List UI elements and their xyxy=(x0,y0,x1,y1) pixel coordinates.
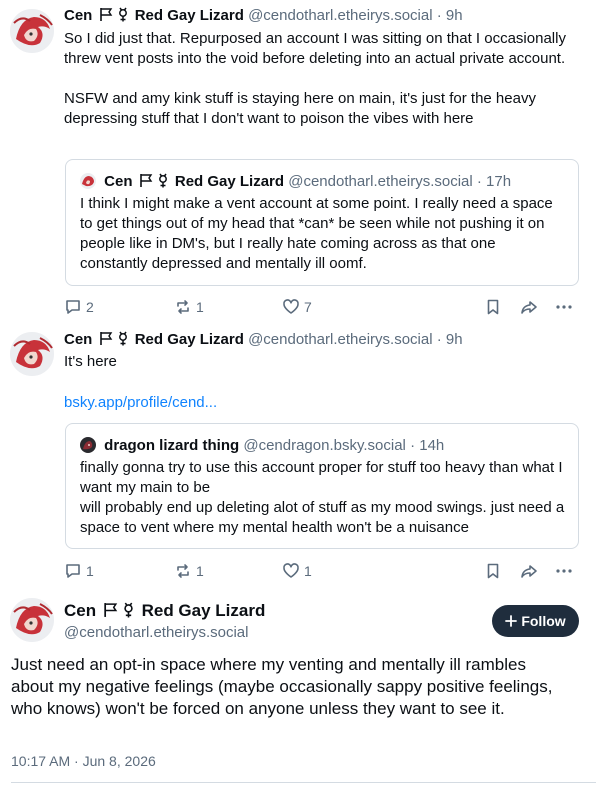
gender-symbol-icon xyxy=(117,331,129,352)
quote-time: · 14h xyxy=(410,437,445,454)
more-icon xyxy=(556,569,572,573)
flag-icon xyxy=(99,7,113,28)
follow-button[interactable]: Follow xyxy=(492,605,579,637)
post-actions: 2 1 7 xyxy=(64,297,584,317)
main-post-text: Just need an opt-in space where my venti… xyxy=(11,655,553,718)
repost-icon xyxy=(177,564,189,578)
quote-header: dragon lizard thing @cendragon.bsky.soci… xyxy=(80,436,444,456)
gender-symbol-icon xyxy=(157,173,169,194)
flag-icon xyxy=(139,173,153,194)
avatar[interactable] xyxy=(10,9,54,53)
reply-button[interactable]: 2 xyxy=(64,297,94,317)
avatar[interactable] xyxy=(10,332,54,376)
thread-post-2[interactable]: Cen Red Gay Lizard @cendotharl.etheirys.… xyxy=(0,325,596,590)
more-options-button[interactable] xyxy=(554,297,574,317)
avatar-image-icon xyxy=(10,332,54,376)
post-header: Cen Red Gay Lizard @cendotharl.etheirys.… xyxy=(64,6,463,28)
quote-line: finally gonna try to use this account pr… xyxy=(80,459,563,496)
bookmark-icon xyxy=(487,563,499,579)
avatar-image-icon xyxy=(10,598,54,642)
avatar-image-icon xyxy=(10,9,54,53)
repost-icon xyxy=(177,300,189,314)
post-paragraph: NSFW and amy kink stuff is staying here … xyxy=(64,90,536,127)
quote-text: I think I might make a vent account at s… xyxy=(80,195,553,272)
quoted-post[interactable]: Cen Red Gay Lizard @cendotharl.etheirys.… xyxy=(65,159,579,286)
share-icon xyxy=(521,565,537,578)
repost-button[interactable]: 1 xyxy=(174,561,204,581)
post-link[interactable]: bsky.app/profile/cend... xyxy=(64,393,217,413)
quoted-post[interactable]: dragon lizard thing @cendragon.bsky.soci… xyxy=(65,423,579,549)
repost-count: 1 xyxy=(196,299,204,315)
plus-icon xyxy=(505,615,518,627)
like-button[interactable]: 7 xyxy=(282,297,312,317)
author-name[interactable]: Cen xyxy=(64,331,92,348)
post-timestamp[interactable]: 10:17 AM · Jun 8, 2026 xyxy=(11,753,156,769)
bookmark-icon xyxy=(487,299,499,315)
quote-author-name-suffix: Red Gay Lizard xyxy=(174,173,285,190)
main-avatar[interactable] xyxy=(10,598,54,642)
repost-count: 1 xyxy=(196,563,204,579)
reply-icon xyxy=(66,564,80,578)
main-name-suffix[interactable]: Red Gay Lizard xyxy=(142,601,266,620)
post-actions: 1 1 1 xyxy=(64,561,584,581)
quote-line: will probably end up deleting alot of st… xyxy=(80,499,565,536)
more-icon xyxy=(556,305,572,309)
quote-author-handle: @cendotharl.etheirys.social xyxy=(288,173,473,190)
post-text: It's here xyxy=(64,353,117,370)
share-button[interactable] xyxy=(520,297,538,317)
quote-time: · 17h xyxy=(476,173,512,190)
reply-icon xyxy=(66,300,80,314)
flag-icon xyxy=(99,331,113,352)
share-icon xyxy=(521,301,537,314)
like-button[interactable]: 1 xyxy=(282,561,312,581)
repost-button[interactable]: 1 xyxy=(174,297,204,317)
follow-label: Follow xyxy=(521,613,566,629)
divider xyxy=(11,782,596,783)
reply-count: 2 xyxy=(86,299,94,315)
author-handle[interactable]: @cendotharl.etheirys.social xyxy=(248,7,432,24)
author-name-suffix[interactable]: Red Gay Lizard xyxy=(135,7,244,24)
reply-count: 1 xyxy=(86,563,94,579)
share-button[interactable] xyxy=(520,561,538,581)
like-count: 1 xyxy=(304,563,312,579)
author-handle[interactable]: @cendotharl.etheirys.social xyxy=(248,331,432,348)
gender-symbol-icon xyxy=(122,602,135,624)
quote-avatar xyxy=(80,437,96,453)
post-header: Cen Red Gay Lizard @cendotharl.etheirys.… xyxy=(64,330,463,352)
quote-avatar xyxy=(80,173,96,189)
thread-post-1[interactable]: Cen Red Gay Lizard @cendotharl.etheirys.… xyxy=(0,0,596,320)
more-options-button[interactable] xyxy=(554,561,574,581)
post-paragraph: So I did just that. Repurposed an accoun… xyxy=(64,30,566,67)
flag-icon xyxy=(103,602,118,624)
main-author-handle[interactable]: @cendotharl.etheirys.social xyxy=(64,623,248,643)
like-count: 7 xyxy=(304,299,312,315)
post-text: So I did just that. Repurposed an accoun… xyxy=(64,29,584,129)
author-name-suffix[interactable]: Red Gay Lizard xyxy=(135,331,244,348)
heart-icon xyxy=(283,563,299,578)
reply-button[interactable]: 1 xyxy=(64,561,94,581)
heart-icon xyxy=(283,299,299,314)
quote-author-handle: @cendragon.bsky.social xyxy=(243,437,406,454)
quote-header: Cen Red Gay Lizard @cendotharl.etheirys.… xyxy=(80,172,511,194)
post-time[interactable]: · 9h xyxy=(437,7,463,24)
bookmark-button[interactable] xyxy=(484,297,502,317)
quote-author-name: Cen xyxy=(104,173,133,190)
quote-text: finally gonna try to use this account pr… xyxy=(80,458,566,538)
gender-symbol-icon xyxy=(117,7,129,28)
author-name[interactable]: Cen xyxy=(64,7,92,24)
main-display-name[interactable]: Cen xyxy=(64,601,96,620)
bookmark-button[interactable] xyxy=(484,561,502,581)
quote-author-name: dragon lizard thing xyxy=(104,437,240,454)
main-author-name[interactable]: Cen Red Gay Lizard xyxy=(64,600,265,624)
post-time[interactable]: · 9h xyxy=(437,331,463,348)
